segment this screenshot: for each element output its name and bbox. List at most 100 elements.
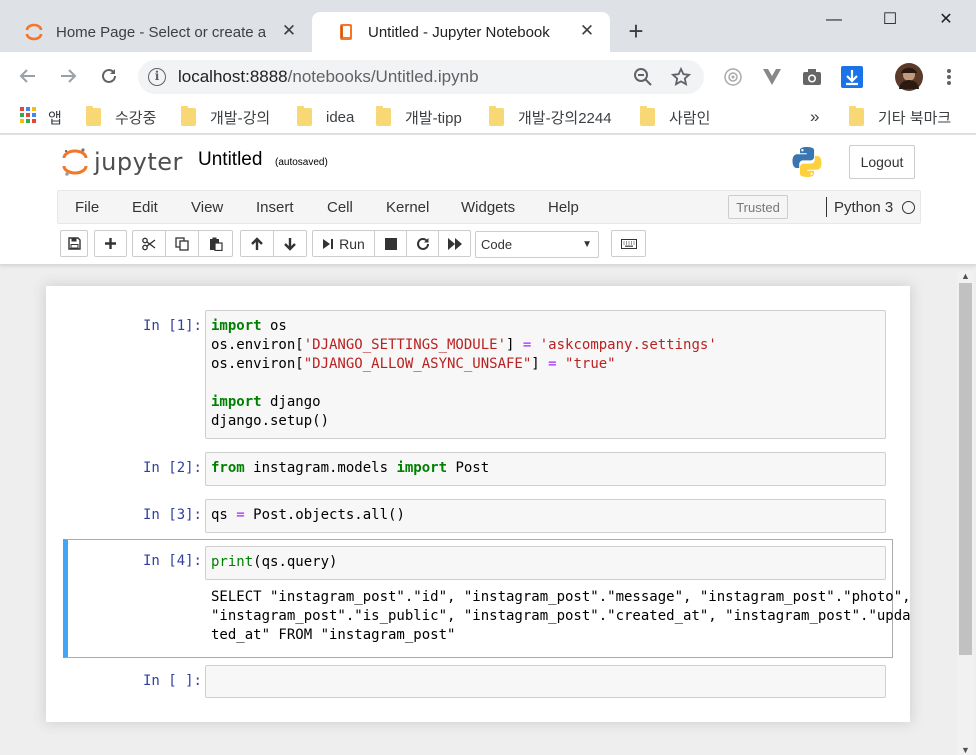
tab-untitled[interactable]: Untitled - Jupyter Notebook ✕ [312,12,610,52]
bookmarks-bar: 앱 수강중 개발-강의 idea 개발-tipp 개발-강의2244 사람인 »… [0,100,976,134]
bookmark-folder[interactable]: 개발-강의2244 [489,106,612,128]
kernel-divider [826,197,827,217]
address-bar[interactable]: i localhost:8888/notebooks/Untitled.ipyn… [138,60,704,94]
folder-icon [376,106,391,126]
screenshot-camera-icon[interactable] [800,65,824,89]
save-button[interactable] [60,230,88,257]
bookmark-folder[interactable]: 개발-강의 [181,106,270,128]
forward-button[interactable] [54,62,82,90]
jupyter-logo-text: jupyter [94,148,183,176]
notebook-name[interactable]: Untitled [198,149,262,171]
code-cell[interactable]: In [1]: import os os.environ['DJANGO_SET… [62,310,894,439]
bookmark-label: idea [326,108,355,126]
code-editor[interactable]: print(qs.query) [205,546,886,580]
back-button[interactable] [14,62,42,90]
logout-button[interactable]: Logout [849,145,915,179]
trusted-indicator[interactable]: Trusted [728,195,788,219]
cell-prompt: In [3]: [142,507,202,523]
cell-prompt: In [4]: [142,553,202,569]
jupyter-favicon-icon [24,22,44,42]
menu-insert[interactable]: Insert [256,199,294,216]
menu-widgets[interactable]: Widgets [461,199,515,216]
tab-close-icon[interactable]: ✕ [578,22,596,40]
url-text[interactable]: localhost:8888/notebooks/Untitled.ipynb [178,67,479,87]
code-cell[interactable]: In [3]: qs = Post.objects.all() [62,499,894,533]
chevron-down-icon: ▼ [582,239,592,250]
site-info-icon[interactable]: i [148,68,166,86]
interrupt-button[interactable] [374,230,407,257]
folder-icon [640,106,655,126]
paste-icon [209,237,223,251]
arrow-up-icon [251,236,263,250]
fast-forward-icon [447,237,462,250]
download-icon[interactable] [840,65,864,89]
bookmark-folder[interactable]: idea [297,106,354,128]
kernel-idle-indicator-icon [902,201,915,214]
restart-kernel-button[interactable] [406,230,439,257]
bookmark-label: 사람인 [669,109,711,127]
redo-icon [416,237,429,250]
step-forward-icon [323,238,334,249]
tab-home-page[interactable]: Home Page - Select or create a notebook … [0,12,312,52]
code-editor[interactable]: from instagram.models import Post [205,452,886,486]
menu-help[interactable]: Help [548,199,579,216]
cell-type-select[interactable]: Code ▼ [475,231,599,258]
run-button[interactable]: Run [312,230,375,257]
menu-view[interactable]: View [191,199,223,216]
scrollbar-thumb[interactable] [959,283,972,655]
profile-avatar[interactable] [895,63,923,91]
page-scrollbar[interactable]: ▲ ▼ [957,271,974,755]
other-bookmarks-folder[interactable]: 기타 북마크 [849,106,951,128]
code-cell[interactable]: In [ ]: [62,665,894,699]
code-editor[interactable]: qs = Post.objects.all() [205,499,886,533]
folder-icon [181,106,196,126]
kernel-name[interactable]: Python 3 [834,199,893,216]
move-down-button[interactable] [273,230,307,257]
bookmark-star-icon[interactable] [670,66,692,88]
bookmark-folder[interactable]: 수강중 [86,106,156,128]
code-text: from instagram.models import Post [211,460,490,476]
stop-icon [384,237,397,250]
jupyter-logo[interactable]: jupyter [62,147,183,177]
move-up-button[interactable] [240,230,274,257]
extension-vue-icon[interactable] [760,65,784,89]
reload-button[interactable] [95,62,123,90]
close-window-button[interactable]: ✕ [918,6,974,34]
browser-menu-icon[interactable] [937,65,961,89]
bookmark-folder[interactable]: 사람인 [640,106,710,128]
selected-code-cell[interactable]: In [4]: print(qs.query) SELECT "instagra… [63,539,911,658]
jupyter-logo-icon [62,148,88,176]
tab-title: Home Page - Select or create a notebook [56,23,271,41]
cut-button[interactable] [132,230,166,257]
scroll-up-icon[interactable]: ▲ [961,271,970,281]
menu-edit[interactable]: Edit [132,199,158,216]
tab-title: Untitled - Jupyter Notebook [368,23,550,41]
menu-cell[interactable]: Cell [327,199,353,216]
new-tab-button[interactable]: + [624,18,648,44]
bookmarks-overflow-button[interactable]: » [810,106,819,128]
tab-close-icon[interactable]: ✕ [280,22,298,40]
bookmark-label: 수강중 [115,109,157,127]
insert-cell-button[interactable] [94,230,127,257]
code-cell[interactable]: In [2]: from instagram.models import Pos… [62,452,894,486]
folder-icon [849,106,864,126]
zoom-icon[interactable] [632,66,654,88]
menu-file[interactable]: File [75,199,99,216]
cell-output: SELECT "instagram_post"."id", "instagram… [211,589,911,643]
command-palette-button[interactable] [611,230,646,257]
cell-prompt: In [1]: [142,318,202,334]
notebook-container: In [1]: import os os.environ['DJANGO_SET… [46,286,911,722]
code-editor[interactable] [205,665,886,698]
extension-target-icon[interactable] [721,65,745,89]
copy-button[interactable] [165,230,199,257]
minimize-button[interactable]: — [806,6,862,34]
bookmark-folder[interactable]: 개발-tipp [376,106,462,128]
paste-button[interactable] [198,230,233,257]
maximize-button[interactable]: ☐ [862,6,918,34]
code-editor[interactable]: import os os.environ['DJANGO_SETTINGS_MO… [205,310,886,439]
bookmark-apps[interactable]: 앱 [20,106,62,128]
menu-kernel[interactable]: Kernel [386,199,429,216]
scroll-down-icon[interactable]: ▼ [961,745,970,755]
restart-run-all-button[interactable] [438,230,471,257]
bookmark-label: 개발-tipp [405,109,462,127]
